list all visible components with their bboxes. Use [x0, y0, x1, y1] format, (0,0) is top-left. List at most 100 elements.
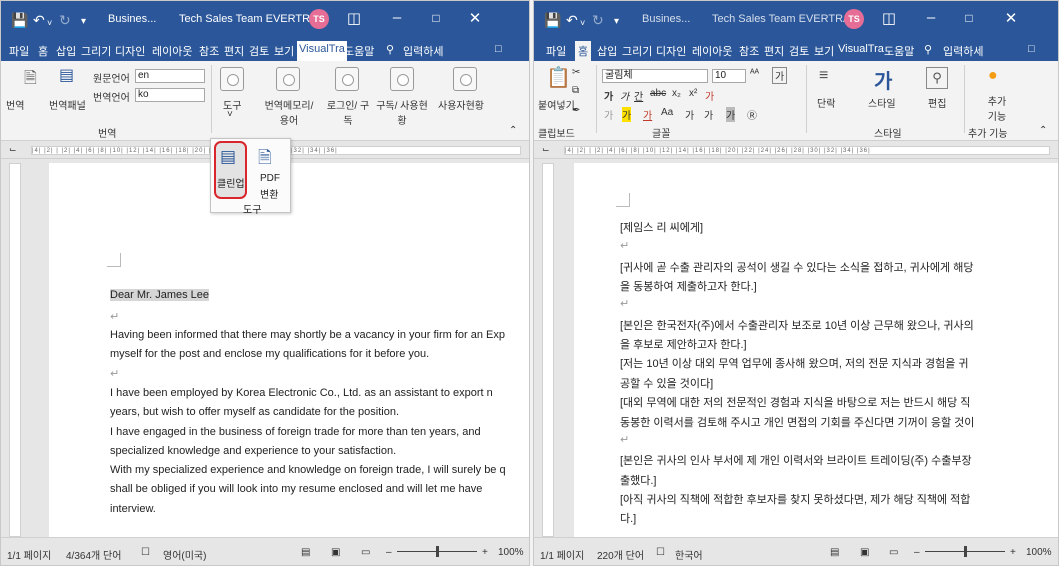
web-layout-icon[interactable]: ▭	[361, 547, 370, 558]
paragraph-icon[interactable]: ≡	[819, 67, 828, 85]
translate-doc-icon[interactable]: 🗎	[24, 67, 37, 94]
tool-dropdown-icon[interactable]: ˅	[227, 109, 233, 120]
change-case-icon[interactable]: Aa	[661, 107, 673, 118]
highlight-icon[interactable]: 가	[622, 107, 632, 122]
find-icon[interactable]: ⚲	[926, 67, 948, 89]
read-mode-icon[interactable]: ▤	[301, 547, 310, 558]
translate-pane-button[interactable]: 번역패널	[49, 97, 86, 112]
addin-icon[interactable]: ●	[988, 67, 998, 85]
minimize-icon[interactable]: –	[920, 9, 942, 26]
read-mode-icon[interactable]: ▤	[830, 547, 839, 558]
language-indicator[interactable]: 한국어	[675, 547, 703, 562]
translate-button[interactable]: 번역	[6, 97, 24, 112]
tab-stop-icon[interactable]: ⌙	[9, 144, 17, 155]
tab-visualtra[interactable]: VisualTra	[297, 41, 347, 61]
italic-icon[interactable]: 가	[620, 88, 629, 103]
word-count[interactable]: 4/364개 단어	[66, 547, 121, 562]
quick-access-dropdown-icon[interactable]: ▾	[614, 14, 619, 30]
tab-stop-icon[interactable]: ⌙	[542, 144, 550, 155]
document-page[interactable]: [제임스 리 씨에게] ↵ [귀사에 곧 수출 관리자의 공석이 생길 수 있다…	[574, 163, 1058, 537]
copy-icon[interactable]: ⧉	[572, 85, 579, 96]
web-layout-icon[interactable]: ▭	[889, 547, 898, 558]
clear-format-icon[interactable]: 가	[772, 67, 788, 84]
tab-home[interactable]: 홈	[38, 43, 48, 59]
superscript-icon[interactable]: x²	[689, 88, 697, 99]
tab-view[interactable]: 보기	[814, 43, 834, 59]
print-layout-icon[interactable]: ▣	[331, 547, 340, 558]
paste-icon[interactable]: 📋	[546, 65, 571, 90]
paragraph-button[interactable]: 단락	[817, 95, 835, 110]
undo-icon[interactable]: ↶	[566, 12, 578, 28]
tell-me-input[interactable]: 입력하세	[943, 43, 983, 59]
editing-button[interactable]: 편집	[928, 95, 946, 110]
lightbulb-icon[interactable]: ⚲	[924, 43, 932, 56]
source-language-field[interactable]: en	[135, 69, 205, 83]
subscript-icon[interactable]: x₂	[672, 88, 681, 99]
cleanup-button[interactable]: ▤ 클린업	[214, 141, 247, 199]
lightbulb-icon[interactable]: ⚲	[386, 43, 394, 56]
tab-insert[interactable]: 삽입	[597, 43, 617, 59]
tell-me-input[interactable]: 입력하세	[403, 43, 443, 59]
undo-dropdown-icon[interactable]: ˅	[47, 15, 52, 31]
close-icon[interactable]: ✕	[464, 9, 486, 27]
tab-file[interactable]: 파일	[9, 43, 29, 59]
proofing-icon[interactable]: ☐	[656, 547, 665, 558]
page-count[interactable]: 1/1 페이지	[540, 547, 584, 562]
text-effect-icon[interactable]: 가	[604, 107, 613, 122]
char-border-icon[interactable]: 가	[726, 107, 736, 122]
pdf-label[interactable]: PDF	[260, 173, 280, 184]
tab-home[interactable]: 홈	[575, 41, 592, 61]
tab-help[interactable]: 도움말	[344, 43, 374, 59]
zoom-level[interactable]: 100%	[1026, 547, 1052, 558]
addin-button[interactable]: 추가 기능	[982, 93, 1012, 123]
zoom-in-icon[interactable]: +	[1010, 547, 1016, 558]
tab-visualtra[interactable]: VisualTra	[838, 43, 884, 55]
print-layout-icon[interactable]: ▣	[860, 547, 869, 558]
text-effects-icon[interactable]: 가	[705, 88, 714, 103]
tab-design[interactable]: 디자인	[656, 43, 686, 59]
zoom-slider-thumb[interactable]	[964, 546, 967, 557]
user-usage-button[interactable]: 사용자현황	[438, 97, 484, 112]
collapse-ribbon-icon[interactable]: ⌃	[509, 125, 517, 136]
tab-references[interactable]: 참조	[199, 43, 219, 59]
login-button[interactable]: 로그인/ 구독	[326, 97, 370, 127]
save-icon[interactable]: 💾	[544, 12, 561, 28]
user-usage-icon[interactable]	[453, 67, 477, 91]
target-language-field[interactable]: ko	[135, 88, 205, 102]
zoom-out-icon[interactable]: –	[914, 547, 920, 558]
underline-icon[interactable]: 간	[634, 88, 643, 103]
styles-button[interactable]: 스타일	[868, 95, 896, 110]
comments-icon[interactable]: □	[1028, 43, 1035, 55]
redo-icon[interactable]: ↻	[592, 12, 604, 28]
convert-label[interactable]: 변환	[260, 186, 278, 201]
page-count[interactable]: 1/1 페이지	[7, 547, 51, 562]
quick-access-dropdown-icon[interactable]: ▾	[81, 14, 86, 30]
comments-icon[interactable]: □	[495, 43, 502, 55]
undo-icon[interactable]: ↶	[33, 12, 45, 28]
char-shading-icon[interactable]: 가	[685, 107, 694, 122]
tab-draw[interactable]: 그리기	[81, 43, 111, 59]
zoom-out-icon[interactable]: –	[386, 547, 392, 558]
styles-icon[interactable]: 가	[874, 65, 892, 94]
ribbon-display-icon[interactable]: ◫	[878, 9, 900, 27]
phonetic-icon[interactable]: 가	[704, 107, 713, 122]
paste-button[interactable]: 붙여넣기	[538, 97, 575, 112]
tab-references[interactable]: 참조	[739, 43, 759, 59]
collapse-ribbon-icon[interactable]: ⌃	[1039, 125, 1047, 136]
tab-review[interactable]: 검토	[789, 43, 809, 59]
tool-icon[interactable]	[220, 67, 244, 91]
cut-icon[interactable]: ✂	[572, 67, 580, 78]
tab-layout[interactable]: 레이아웃	[692, 43, 732, 59]
strikethrough-icon[interactable]: abc	[650, 88, 666, 99]
enclose-char-icon[interactable]: Ⓡ	[747, 107, 757, 122]
tab-file[interactable]: 파일	[546, 43, 566, 59]
maximize-icon[interactable]: □	[425, 11, 447, 25]
memory-button[interactable]: 번역메모리/ 용어	[259, 97, 319, 127]
zoom-in-icon[interactable]: +	[482, 547, 488, 558]
tab-review[interactable]: 검토	[249, 43, 269, 59]
tab-mailings[interactable]: 편지	[224, 43, 244, 59]
document-page[interactable]: Dear Mr. James Lee ↵ Having been informe…	[49, 163, 529, 537]
subscription-button[interactable]: 구독/ 사용현황	[374, 97, 430, 127]
ribbon-display-icon[interactable]: ◫	[343, 9, 365, 27]
tab-mailings[interactable]: 편지	[764, 43, 784, 59]
